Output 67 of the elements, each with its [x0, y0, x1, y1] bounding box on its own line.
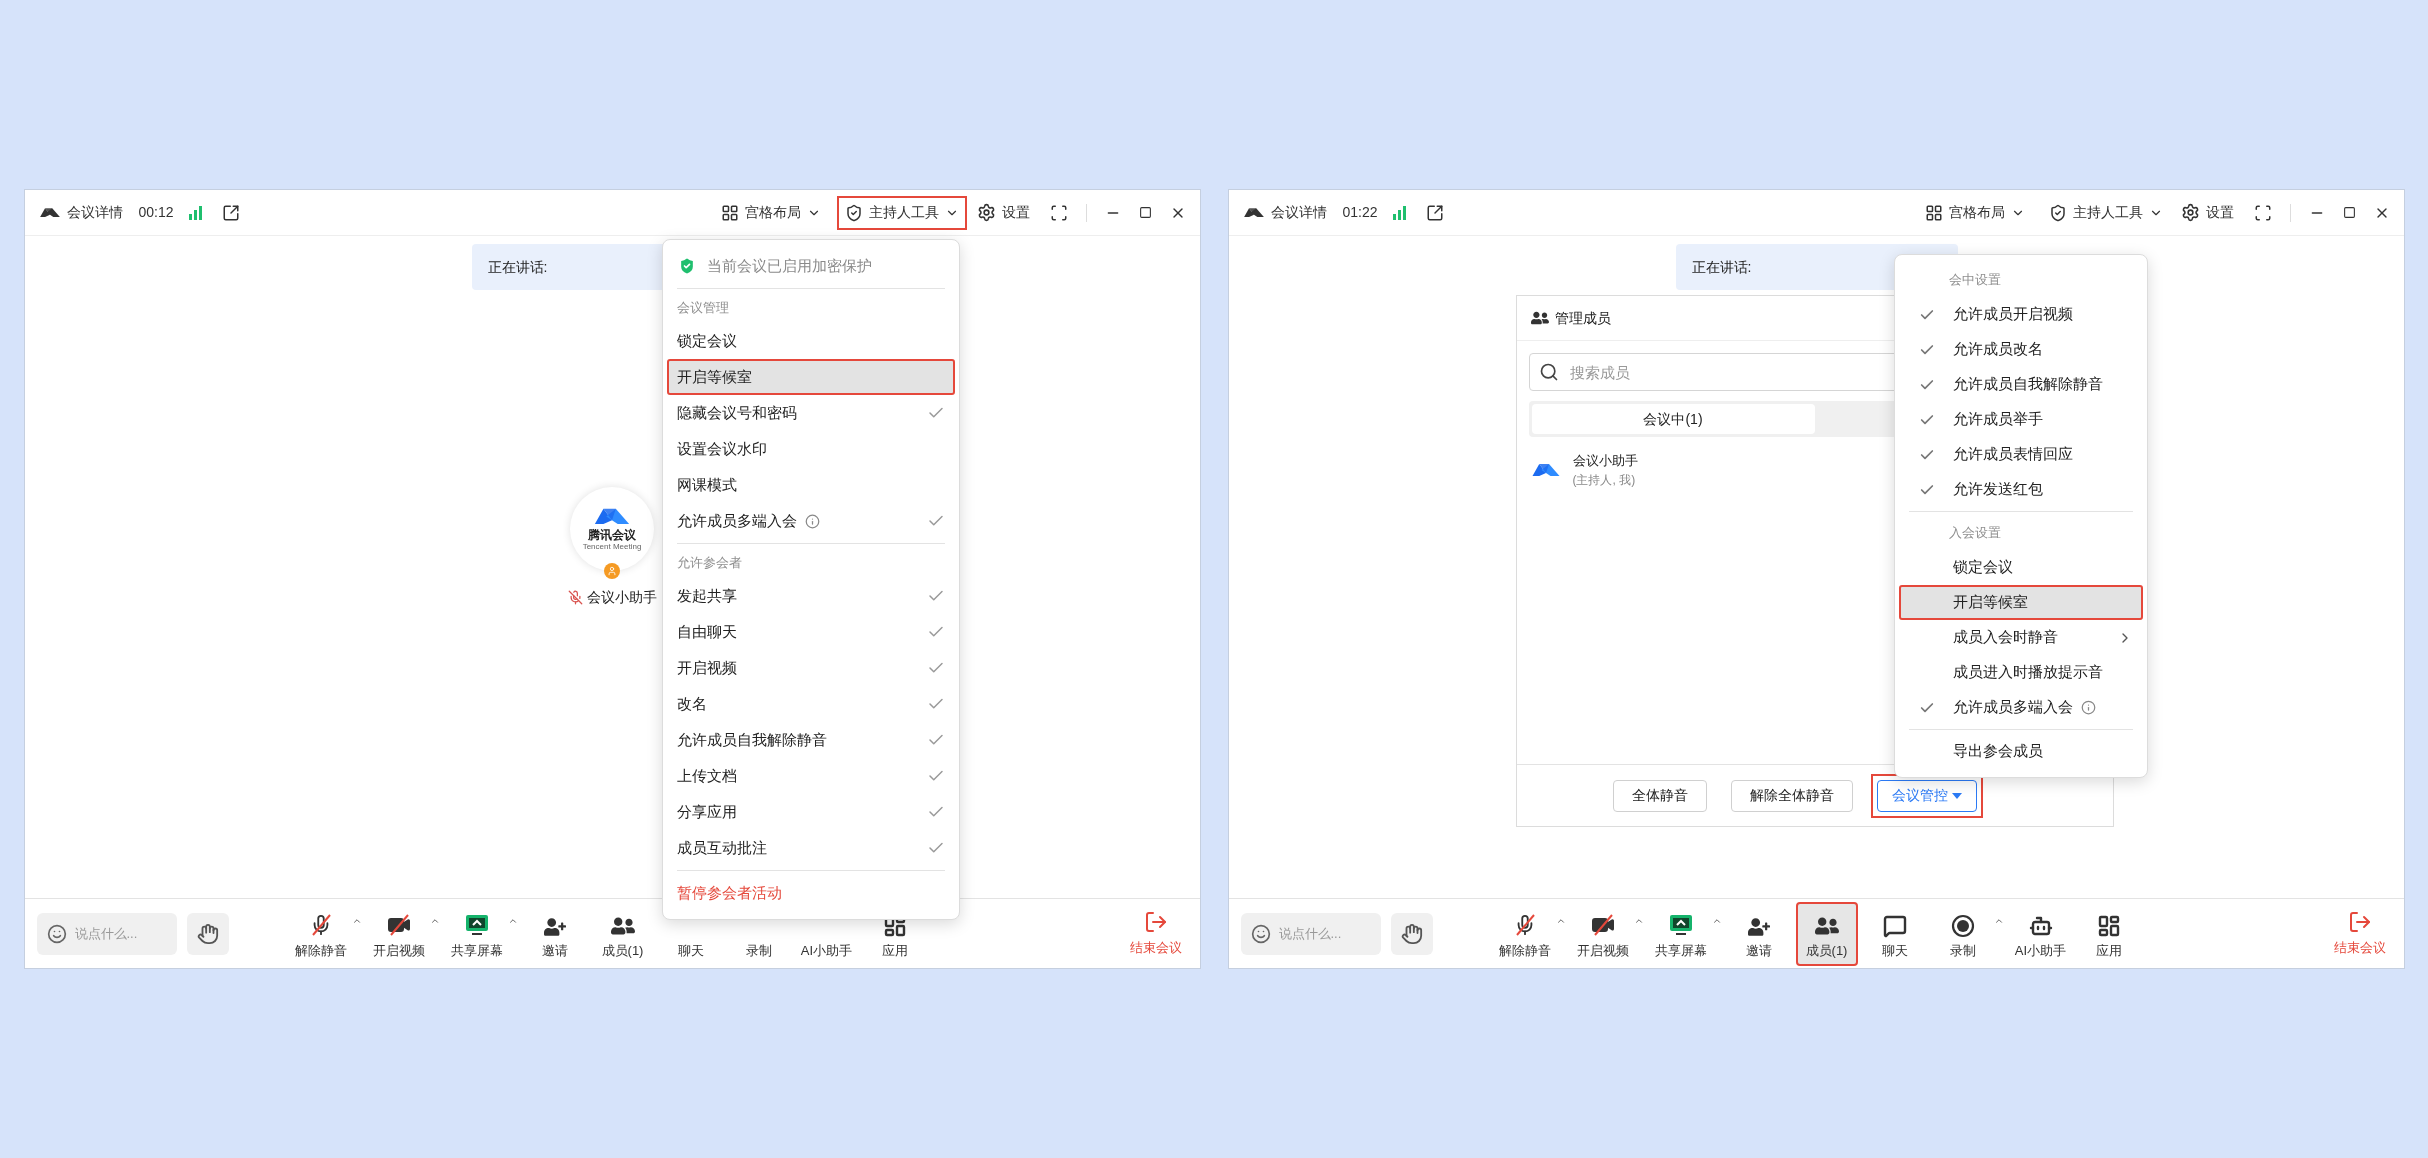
menu-item[interactable]: 开启等候室: [1898, 585, 2143, 620]
chat-icon: [1882, 914, 1907, 938]
add-user-icon: [1747, 916, 1770, 938]
screen-share-icon: [1667, 912, 1694, 938]
member-role: (主持人, 我): [1572, 471, 1637, 489]
app-logo-icon: [1242, 205, 1265, 220]
exit-icon: [2347, 909, 2372, 934]
meeting-info-button[interactable]: 会议详情: [1270, 202, 1327, 223]
signal-icon: [1391, 205, 1408, 220]
meeting-control-dropdown[interactable]: 会议管控: [1876, 779, 1977, 812]
logo-subtext: Tencent Meeting: [582, 541, 642, 552]
meeting-timer: 00:12: [138, 203, 174, 222]
robot-icon: [2028, 914, 2053, 938]
toolbar-button[interactable]: 成员(1): [1795, 901, 1858, 966]
meeting-timer: 01:22: [1342, 203, 1378, 222]
chat-input[interactable]: 说点什么...: [1240, 912, 1381, 955]
dropdown-arrow-icon: [1951, 792, 1962, 799]
apps-icon: [2096, 914, 2121, 938]
logo-text: 腾讯会议: [588, 527, 636, 542]
grid-icon: [1924, 203, 1943, 222]
settings-button[interactable]: 设置: [976, 196, 1030, 229]
layout-button[interactable]: 宫格布局: [1920, 196, 2029, 229]
hand-icon: [196, 922, 219, 945]
camera-off-icon: [385, 912, 412, 938]
maximize-icon[interactable]: [1138, 206, 1152, 219]
fullscreen-icon[interactable]: [2253, 203, 2272, 222]
chat-input[interactable]: 说点什么...: [36, 912, 177, 955]
smiley-icon: [46, 923, 67, 944]
panel-title: 管理成员: [1554, 308, 1611, 328]
panel-button[interactable]: 全体静音: [1612, 779, 1707, 812]
app-logo-icon: [38, 205, 61, 220]
layout-button[interactable]: 宫格布局: [716, 196, 825, 229]
hand-icon: [1400, 922, 1423, 945]
menu-section-label: 入会设置: [1948, 524, 2001, 543]
menu-item[interactable]: 开启等候室: [666, 359, 955, 395]
record-icon: [1950, 914, 1975, 938]
participant-name: 会议小助手: [586, 587, 657, 607]
pop-out-icon[interactable]: [1425, 203, 1444, 222]
shield-icon: [844, 203, 863, 222]
search-icon: [1538, 362, 1559, 382]
screen-share-icon: [463, 912, 490, 938]
meeting-info-button[interactable]: 会议详情: [66, 202, 123, 223]
users-icon: [1530, 309, 1549, 327]
exit-icon: [1143, 909, 1168, 934]
settings-icon: [2180, 203, 2200, 222]
grid-icon: [720, 203, 739, 222]
menu-section-label: 会议管理: [676, 299, 729, 318]
settings-button[interactable]: 设置: [2180, 196, 2234, 229]
end-meeting-button[interactable]: 结束会议: [2333, 909, 2386, 958]
host-tools-button[interactable]: 主持人工具: [836, 195, 967, 230]
fullscreen-icon[interactable]: [1049, 203, 1068, 222]
maximize-icon[interactable]: [2342, 206, 2356, 219]
host-tools-button[interactable]: 主持人工具: [2040, 195, 2171, 230]
tab[interactable]: 会议中(1): [1531, 404, 1815, 434]
add-user-icon: [543, 916, 566, 938]
member-name: 会议小助手: [1572, 452, 1638, 470]
shield-icon: [2048, 203, 2067, 222]
signal-icon: [187, 205, 204, 220]
raise-hand-button[interactable]: [186, 912, 229, 955]
camera-off-icon: [1589, 912, 1616, 938]
menu-section-label: 允许参会者: [676, 554, 742, 573]
end-meeting-button[interactable]: 结束会议: [1129, 909, 1182, 958]
raise-hand-button[interactable]: [1390, 912, 1433, 955]
smiley-icon: [1250, 923, 1271, 944]
panel-button[interactable]: 解除全体静音: [1730, 779, 1853, 812]
pop-out-icon[interactable]: [221, 203, 240, 222]
settings-icon: [976, 203, 996, 222]
